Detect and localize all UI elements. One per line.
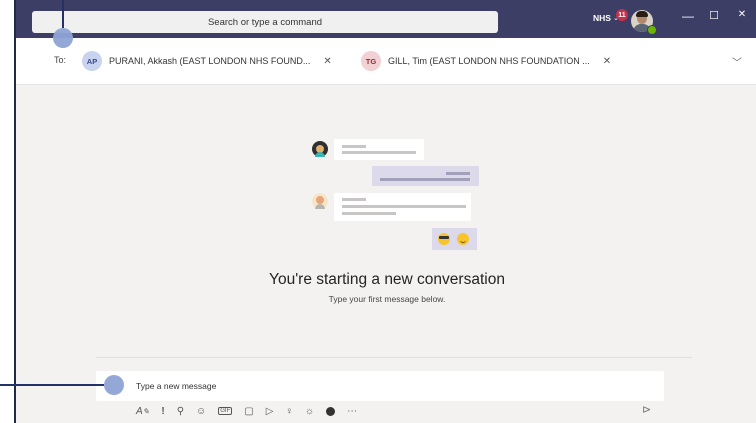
emoji-icon[interactable]: ☺ [196, 406, 206, 417]
callout-line [0, 384, 104, 386]
format-icon[interactable]: A✎ [136, 406, 149, 417]
empty-state-title: You're starting a new conversation [269, 271, 505, 288]
praise-icon[interactable]: ♀ [285, 406, 293, 417]
more-icon[interactable]: ⋯ [347, 406, 357, 417]
recipient-avatar: AP [82, 51, 102, 71]
recipient-avatar: TG [361, 51, 381, 71]
presence-available-icon [647, 25, 657, 35]
title-bar: Search or type a command NHS ⌄ 11 — ☐ ✕ [16, 0, 756, 38]
remove-recipient-icon[interactable]: ✕ [323, 56, 331, 67]
recipient-name: PURANI, Akkash (EAST LONDON NHS FOUND... [109, 56, 311, 66]
illustration-bubble-mine [372, 166, 479, 186]
send-icon[interactable]: ⊳ [642, 403, 651, 416]
maximize-button[interactable]: ☐ [704, 9, 724, 22]
person-avatar-icon [312, 193, 328, 209]
remove-recipient-icon[interactable]: ✕ [603, 56, 611, 67]
org-switcher[interactable]: NHS ⌄ [593, 13, 619, 23]
callout-marker [104, 375, 124, 395]
sticker-icon[interactable]: ▢ [244, 406, 253, 417]
notification-badge: 11 [616, 9, 628, 21]
expand-recipients-icon[interactable]: ﹀ [732, 54, 742, 69]
gif-icon[interactable]: GIF [218, 407, 233, 415]
teams-window: Search or type a command NHS ⌄ 11 — ☐ ✕ … [14, 0, 756, 423]
to-recipients-bar: To: AP PURANI, Akkash (EAST LONDON NHS F… [16, 38, 756, 85]
minimize-button[interactable]: — [678, 9, 698, 23]
loop-icon[interactable] [326, 406, 336, 416]
illustration-bubble [334, 139, 424, 160]
sunglasses-emoji-icon [438, 233, 450, 245]
illustration-emoji-bubble [432, 228, 477, 250]
callout-marker [53, 28, 73, 48]
meet-icon[interactable]: ▷ [266, 406, 274, 417]
callout-line [62, 0, 64, 28]
compose-placeholder: Type a new message [136, 381, 217, 391]
recipient-name: GILL, Tim (EAST LONDON NHS FOUNDATION ..… [388, 56, 590, 66]
compose-toolbar: A✎ ! ⚲ ☺ GIF ▢ ▷ ♀ ☼ ⋯ [136, 403, 357, 419]
org-label: NHS [593, 13, 611, 23]
close-button[interactable]: ✕ [732, 9, 752, 20]
person-avatar-icon [312, 141, 328, 157]
light-icon[interactable]: ☼ [305, 406, 314, 417]
recipient-chip[interactable]: TG GILL, Tim (EAST LONDON NHS FOUNDATION… [361, 50, 611, 72]
smile-emoji-icon [457, 233, 469, 245]
important-icon[interactable]: ! [161, 406, 164, 417]
search-command-box[interactable]: Search or type a command [32, 11, 498, 33]
recipient-chip[interactable]: AP PURANI, Akkash (EAST LONDON NHS FOUND… [82, 50, 332, 72]
message-compose-box[interactable]: Type a new message [96, 371, 664, 401]
to-label: To: [54, 55, 67, 65]
attach-icon[interactable]: ⚲ [177, 406, 184, 417]
empty-state-subtitle: Type your first message below. [328, 294, 446, 304]
composer-divider [96, 357, 692, 358]
illustration-bubble [334, 193, 471, 221]
